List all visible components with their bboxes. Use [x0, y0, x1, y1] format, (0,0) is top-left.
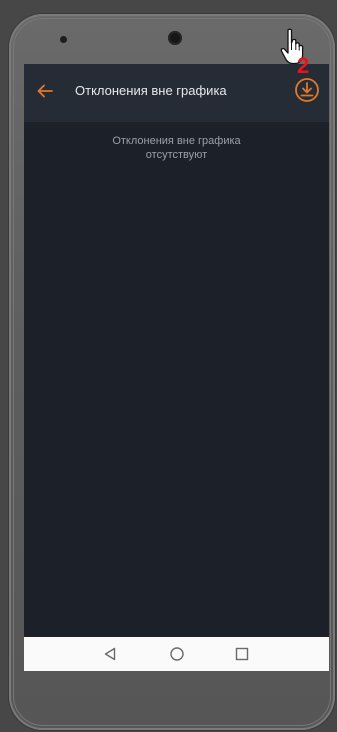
- download-action-button[interactable]: [292, 75, 322, 105]
- page-title: Отклонения вне графика: [75, 83, 227, 98]
- phone-frame: Отклонения вне графика Отклонения вне гр…: [9, 14, 335, 730]
- triangle-back-icon: [104, 647, 116, 661]
- empty-state-line: Отклонения вне графика отсутствуют: [112, 135, 241, 161]
- front-camera: [168, 31, 182, 45]
- nav-back-button[interactable]: [102, 646, 118, 662]
- circle-home-icon: [170, 647, 184, 661]
- arrow-left-icon: [37, 84, 53, 98]
- step-number-label: 2: [297, 53, 310, 78]
- download-star-icon: [295, 78, 319, 102]
- nav-recents-button[interactable]: [234, 646, 250, 662]
- app-screen: Отклонения вне графика Отклонения вне гр…: [24, 64, 329, 671]
- system-nav-bar: [24, 637, 329, 671]
- square-recents-icon: [235, 647, 249, 661]
- proximity-sensor: [60, 36, 67, 43]
- device-stage: Отклонения вне графика Отклонения вне гр…: [0, 0, 337, 732]
- empty-state-message: Отклонения вне графика отсутствуют: [24, 134, 329, 162]
- nav-home-button[interactable]: [169, 646, 185, 662]
- back-button[interactable]: [34, 80, 56, 102]
- app-bar: Отклонения вне графика: [24, 64, 329, 122]
